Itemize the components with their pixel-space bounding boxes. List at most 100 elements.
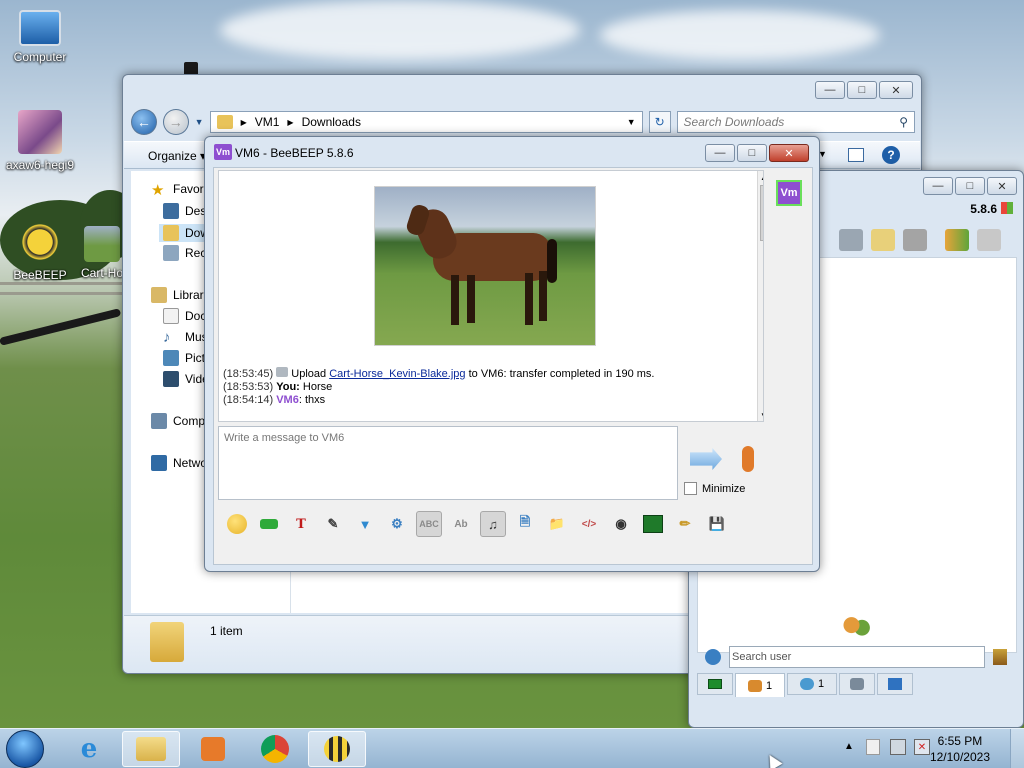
settings-gears-icon[interactable]: ⚙ <box>384 511 410 537</box>
notes-icon[interactable]: ✏ <box>672 511 698 537</box>
scroll-up-icon[interactable]: ▲ <box>760 173 763 182</box>
address-dropdown-icon[interactable]: ▼ <box>627 117 636 127</box>
horse-thumbnail-icon <box>84 226 120 262</box>
chat-message: (18:53:45) Upload Cart-Horse_Kevin-Blake… <box>223 367 655 380</box>
nav-item-network[interactable]: Netwo <box>151 455 207 471</box>
taskbar-internet-explorer[interactable]: e <box>60 731 118 767</box>
horse-leg <box>467 275 475 323</box>
scrollbar-thumb[interactable] <box>760 185 763 241</box>
taskbar-file-explorer[interactable] <box>122 731 180 767</box>
chat-history[interactable]: (18:53:45) Upload Cart-Horse_Kevin-Blake… <box>218 170 764 422</box>
close-button[interactable]: ✕ <box>879 81 913 99</box>
nav-item-music[interactable]: ♪ Mus <box>163 329 208 346</box>
save-chat-icon[interactable]: 🗎 <box>512 511 538 537</box>
windows-flag-icon <box>1001 202 1013 214</box>
tools-icon[interactable] <box>903 229 927 251</box>
maximize-button[interactable]: □ <box>955 177 985 195</box>
nav-item-computer[interactable]: Comp <box>151 413 205 429</box>
desktop-icon-label: BeeBEEP <box>13 268 67 282</box>
minimize-checkbox[interactable] <box>684 482 697 495</box>
organize-button[interactable]: Organize ▾ <box>148 149 206 163</box>
minimize-button[interactable]: — <box>815 81 845 99</box>
whiteboard-icon[interactable] <box>640 511 666 537</box>
font-icon[interactable]: T <box>288 511 314 537</box>
taskbar-beebeep[interactable] <box>308 731 366 767</box>
tab-chats[interactable]: 1 <box>787 673 837 695</box>
chat-scrollbar[interactable]: ▲ ▼ <box>757 171 763 421</box>
image-thumbnail-icon <box>18 110 62 154</box>
taskbar: e ▲ ✕ 6:55 PM 12/10/2023 <box>0 728 1024 768</box>
emoticon-icon[interactable] <box>224 511 250 537</box>
send-message-icon[interactable] <box>690 448 722 470</box>
tab-home[interactable] <box>697 673 733 695</box>
desktop-icon-beebeep[interactable]: BeeBEEP <box>0 220 80 282</box>
edit-profile-icon[interactable] <box>871 229 895 251</box>
recent-pages-chevron-icon[interactable]: ▼ <box>195 117 204 127</box>
show-desktop-button[interactable] <box>1010 729 1024 768</box>
users-group-icon <box>841 616 871 642</box>
scroll-down-icon[interactable]: ▼ <box>760 411 763 420</box>
screenshot-camera-icon[interactable]: ◉ <box>608 511 634 537</box>
nav-item-videos[interactable]: Vide <box>163 371 209 387</box>
save-disk-icon[interactable]: 💾 <box>704 511 730 537</box>
address-bar[interactable]: ▶ VM1 ▶ Downloads ▼ <box>209 111 643 133</box>
maximize-button[interactable]: □ <box>737 144 767 162</box>
close-button[interactable]: ✕ <box>769 144 809 162</box>
action-center-flag-icon[interactable] <box>866 739 880 755</box>
breadcrumb-vm1[interactable]: VM1 <box>255 115 280 129</box>
uploaded-file-link[interactable]: Cart-Horse_Kevin-Blake.jpg <box>329 368 465 380</box>
color-pencils-icon[interactable]: ✎ <box>320 511 346 537</box>
system-clock[interactable]: 6:55 PM 12/10/2023 <box>930 733 990 765</box>
word-completion-icon[interactable]: Ab <box>448 511 474 537</box>
preview-pane-icon[interactable] <box>848 148 864 162</box>
sound-note-icon[interactable]: ♫ <box>480 511 506 537</box>
volume-muted-icon[interactable]: ✕ <box>914 739 930 755</box>
close-button[interactable]: ✕ <box>987 177 1017 195</box>
forward-button[interactable]: → <box>162 109 189 135</box>
internet-explorer-icon: e <box>80 734 98 764</box>
member-vm6-avatar[interactable]: Vm <box>776 180 802 206</box>
breadcrumb-downloads[interactable]: Downloads <box>302 115 361 129</box>
taskbar-chrome[interactable] <box>246 731 304 767</box>
pictures-icon <box>163 350 179 366</box>
network-status-icon[interactable] <box>890 739 906 755</box>
desktop-icon-computer[interactable]: Computer <box>0 10 80 64</box>
taskbar-media-player[interactable] <box>184 731 242 767</box>
show-hidden-icons-chevron-icon[interactable]: ▲ <box>844 741 854 752</box>
search-downloads-input[interactable]: Search Downloads ⚲ <box>676 111 915 133</box>
clear-search-broom-icon[interactable] <box>993 649 1007 665</box>
horse-image-preview[interactable] <box>374 186 596 346</box>
status-icon[interactable] <box>839 229 863 251</box>
videos-icon <box>163 371 179 387</box>
tab-users[interactable]: 1 <box>735 673 785 697</box>
recent-places-icon <box>163 245 179 261</box>
tab-groups[interactable] <box>839 673 875 695</box>
start-button[interactable] <box>6 730 44 768</box>
share-folder-icon[interactable] <box>945 229 969 251</box>
message-input[interactable]: Write a message to VM6 <box>218 426 678 500</box>
send-folder-icon[interactable]: 📁 <box>544 511 570 537</box>
tab-file-transfers[interactable] <box>877 673 913 695</box>
expand-green-icon[interactable] <box>256 511 282 537</box>
minimize-button[interactable]: — <box>923 177 953 195</box>
nav-item-libraries[interactable]: Librari <box>151 287 206 303</box>
filter-icon[interactable]: ▼ <box>352 511 378 537</box>
search-user-input[interactable]: Search user <box>729 646 985 668</box>
trash-icon[interactable] <box>977 229 1001 251</box>
minimize-button[interactable]: — <box>705 144 735 162</box>
html-code-icon[interactable]: </> <box>576 511 602 537</box>
back-button[interactable]: ← <box>131 109 157 135</box>
explorer-caption-buttons: — □ ✕ <box>815 81 913 99</box>
refresh-button[interactable]: ↻ <box>648 111 671 133</box>
settings-gear-icon[interactable] <box>705 649 721 665</box>
maximize-button[interactable]: □ <box>847 81 877 99</box>
microphone-icon[interactable] <box>742 446 754 472</box>
chat-members-sidebar: Vm <box>772 170 810 500</box>
nav-item-favorites[interactable]: ★ Favori <box>151 181 206 199</box>
chat-toolbar: T ✎ ▼ ⚙ ABC Ab ♫ 🗎 📁 </> ◉ ✏ 💾 <box>218 506 778 542</box>
explorer-navigation-bar: ← → ▼ ▶ VM1 ▶ Downloads ▼ ↻ Search Downl… <box>131 109 915 135</box>
desktop-icon-image-file[interactable]: axaw6-hegi9 <box>0 110 80 172</box>
star-icon: ★ <box>151 182 165 199</box>
help-icon[interactable]: ? <box>882 146 900 164</box>
spellcheck-icon[interactable]: ABC <box>416 511 442 537</box>
